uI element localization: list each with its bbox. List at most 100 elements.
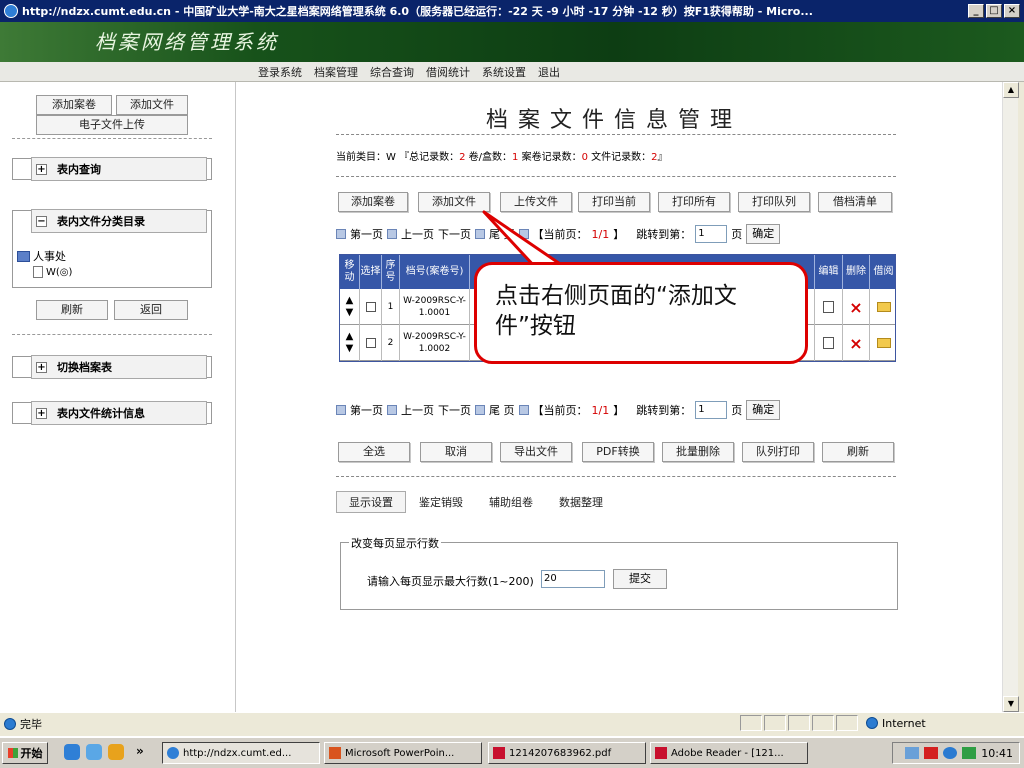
- stats-group-label: 表内文件统计信息: [57, 407, 145, 420]
- tab-appraisal-destroy[interactable]: 鉴定销毁: [406, 491, 476, 513]
- top-nav: 登录系统 档案管理 综合查询 借阅统计 系统设置 退出: [0, 62, 1024, 82]
- delete-icon[interactable]: ×: [843, 325, 870, 361]
- info-text: 案卷记录数：: [518, 152, 582, 163]
- query-group-header[interactable]: + 表内查询: [31, 157, 207, 181]
- upload-file-button[interactable]: 上传文件: [500, 192, 572, 212]
- browser-content: 添加案卷 添加文件 电子文件上传 + 表内查询 − 表内文件分类目录 人事处 W…: [0, 82, 1002, 712]
- export-file-button[interactable]: 导出文件: [500, 442, 572, 462]
- last-page-link[interactable]: 尾 页: [489, 402, 515, 418]
- tab-assist-volume[interactable]: 辅助组卷: [476, 491, 546, 513]
- wifi-icon[interactable]: [962, 747, 977, 759]
- adobe-reader-icon: [655, 747, 667, 759]
- back-button[interactable]: 返回: [114, 300, 188, 320]
- borrow-icon[interactable]: [870, 289, 897, 325]
- tree-node-root[interactable]: 人事处: [17, 248, 66, 264]
- jump-confirm-button[interactable]: 确定: [746, 400, 781, 420]
- next-page-link[interactable]: 下一页: [438, 402, 471, 418]
- move-arrows-icon[interactable]: ▲ ▼: [340, 289, 360, 325]
- tab-data-cleanup[interactable]: 数据整理: [546, 491, 616, 513]
- delete-icon[interactable]: ×: [843, 289, 870, 325]
- window-controls: _ □ ×: [968, 4, 1020, 18]
- switch-group-header[interactable]: + 切换档案表: [31, 355, 207, 379]
- print-queue-button[interactable]: 打印队列: [738, 192, 810, 212]
- row-checkbox[interactable]: [360, 325, 382, 361]
- vertical-scrollbar[interactable]: ▲ ▼: [1002, 82, 1019, 712]
- task-adobe-reader[interactable]: Adobe Reader - [121...: [650, 742, 808, 764]
- edit-icon[interactable]: [815, 289, 843, 325]
- nav-item-stats[interactable]: 借阅统计: [426, 64, 470, 80]
- tab-display-settings[interactable]: 显示设置: [336, 491, 406, 513]
- nav-item-logout[interactable]: 退出: [538, 64, 560, 80]
- pdf-convert-button[interactable]: PDF转换: [582, 442, 654, 462]
- update-icon[interactable]: [943, 747, 958, 759]
- row-checkbox[interactable]: [360, 289, 382, 325]
- rows-setting-label: 请输入每页显示最大行数(1~200): [367, 575, 534, 588]
- close-button[interactable]: ×: [1004, 4, 1020, 18]
- catalog-group: − 表内文件分类目录: [12, 209, 212, 233]
- scroll-down-icon[interactable]: ▼: [1003, 696, 1019, 712]
- print-all-button[interactable]: 打印所有: [658, 192, 730, 212]
- next-page-link[interactable]: 下一页: [438, 226, 471, 242]
- app-quicklaunch-icon[interactable]: [108, 744, 124, 760]
- add-file-button-left[interactable]: 添加文件: [116, 95, 188, 115]
- borrow-icon[interactable]: [870, 325, 897, 361]
- prev-page-link[interactable]: 上一页: [401, 226, 434, 242]
- edit-icon[interactable]: [815, 325, 843, 361]
- task-ie[interactable]: http://ndzx.cumt.ed...: [162, 742, 320, 764]
- borrow-list-button[interactable]: 借档清单: [818, 192, 892, 212]
- switch-group-label: 切换档案表: [57, 361, 112, 374]
- submit-button[interactable]: 提交: [613, 569, 667, 589]
- nav-item-settings[interactable]: 系统设置: [482, 64, 526, 80]
- catalog-group-header[interactable]: − 表内文件分类目录: [31, 209, 207, 233]
- nav-item-query[interactable]: 综合查询: [370, 64, 414, 80]
- refresh-button-left[interactable]: 刷新: [36, 300, 108, 320]
- add-file-button[interactable]: 添加文件: [418, 192, 490, 212]
- first-page-link[interactable]: 第一页: [350, 226, 383, 242]
- task-pdf[interactable]: 1214207683962.pdf: [488, 742, 646, 764]
- row-seq: 2: [382, 325, 400, 361]
- windows-logo-icon: [7, 748, 18, 758]
- select-all-button[interactable]: 全选: [338, 442, 410, 462]
- window-titlebar[interactable]: http://ndzx.cumt.edu.cn - 中国矿业大学-南大之星档案网…: [0, 0, 1024, 22]
- nav-item-archive[interactable]: 档案管理: [314, 64, 358, 80]
- ati-icon[interactable]: [924, 747, 939, 759]
- tree-root-label: 人事处: [33, 250, 66, 263]
- add-volume-button-main[interactable]: 添加案卷: [338, 192, 408, 212]
- queue-print-button[interactable]: 队列打印: [742, 442, 814, 462]
- jump-confirm-button[interactable]: 确定: [746, 224, 781, 244]
- upload-efile-button[interactable]: 电子文件上传: [36, 115, 188, 135]
- print-current-button[interactable]: 打印当前: [578, 192, 650, 212]
- tree-child-label: W(◎): [46, 266, 73, 278]
- row-code: W-2009RSC-Y-1.0002: [400, 325, 470, 361]
- minimize-button[interactable]: _: [968, 4, 984, 18]
- rows-setting-group: 改变每页显示行数 请输入每页显示最大行数(1~200) 20 提交: [340, 535, 898, 610]
- stats-group-header[interactable]: + 表内文件统计信息: [31, 401, 207, 425]
- rows-per-page-input[interactable]: 20: [541, 570, 605, 588]
- tree-node-child[interactable]: W(◎): [33, 266, 72, 278]
- add-volume-button[interactable]: 添加案卷: [36, 95, 112, 115]
- network-icon[interactable]: [905, 747, 920, 759]
- row-seq: 1: [382, 289, 400, 325]
- quicklaunch-more[interactable]: »: [136, 744, 144, 758]
- start-label: 开始: [20, 747, 43, 760]
- task-powerpoint[interactable]: Microsoft PowerPoin...: [324, 742, 482, 764]
- status-pane: [764, 715, 786, 731]
- rows-setting-legend: 改变每页显示行数: [349, 535, 441, 551]
- outlook-quicklaunch-icon[interactable]: [86, 744, 102, 760]
- prev-page-link[interactable]: 上一页: [401, 402, 434, 418]
- refresh-button[interactable]: 刷新: [822, 442, 894, 462]
- first-page-link[interactable]: 第一页: [350, 402, 383, 418]
- start-button[interactable]: 开始: [2, 742, 48, 764]
- maximize-button[interactable]: □: [986, 4, 1002, 18]
- jump-page-input[interactable]: 1: [695, 225, 728, 243]
- move-arrows-icon[interactable]: ▲ ▼: [340, 325, 360, 361]
- jump-page-input[interactable]: 1: [695, 401, 728, 419]
- nav-item-login[interactable]: 登录系统: [258, 64, 302, 80]
- stats-group: + 表内文件统计信息: [12, 401, 212, 425]
- last-page-link[interactable]: 尾 页: [489, 226, 515, 242]
- cancel-button[interactable]: 取消: [420, 442, 492, 462]
- ie-quicklaunch-icon[interactable]: [64, 744, 80, 760]
- app-banner: 档案网络管理系统: [0, 22, 1024, 62]
- scroll-up-icon[interactable]: ▲: [1003, 82, 1019, 98]
- batch-delete-button[interactable]: 批量删除: [662, 442, 734, 462]
